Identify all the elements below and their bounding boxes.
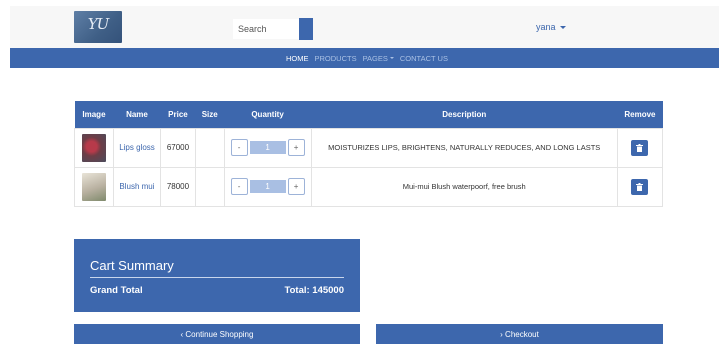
nav-home[interactable]: HOME xyxy=(286,54,309,63)
product-image-cell xyxy=(74,127,114,168)
caret-down-icon xyxy=(389,57,394,59)
blush-photo[interactable] xyxy=(81,172,106,201)
search-input[interactable] xyxy=(233,19,299,39)
grand-total-value: Total: 145000 xyxy=(284,285,345,296)
nav-products-label: PRODUCTS xyxy=(314,53,357,63)
grand-total-label: Grand Total xyxy=(90,285,143,296)
brand-logo[interactable]: YU xyxy=(74,11,122,43)
column-header-size: Size xyxy=(195,101,225,128)
product-price: 67000 xyxy=(160,127,196,168)
main-navbar: HOME PRODUCTS PAGES CONTACT US xyxy=(10,48,719,68)
nav-contact-label: CONTACT US xyxy=(399,53,448,63)
nav-home-label: HOME xyxy=(286,53,309,63)
nav-pages-label: PAGES xyxy=(362,53,388,63)
continue-shopping-label: ‹ Continue Shopping xyxy=(180,329,254,339)
increase-quantity-button[interactable]: + xyxy=(287,139,305,156)
user-menu[interactable]: yana xyxy=(536,22,566,32)
nav-contact-us[interactable]: CONTACT US xyxy=(400,54,448,63)
remove-cell xyxy=(616,166,664,207)
product-name-link[interactable]: Blush mui xyxy=(119,182,154,191)
table-row: Lips gloss 67000 - 1 + MOISTURIZES LIPS,… xyxy=(74,127,664,168)
product-size xyxy=(194,127,225,168)
cart-table: Image Name Price Size Quantity Descripti… xyxy=(74,101,664,207)
trash-icon xyxy=(636,182,644,191)
top-header: YU yana xyxy=(10,6,719,48)
cart-summary-title: Cart Summary xyxy=(90,258,174,273)
column-header-remove: Remove xyxy=(617,101,663,128)
quantity-value[interactable]: 1 xyxy=(249,141,286,154)
remove-item-button[interactable] xyxy=(631,178,649,195)
checkout-button[interactable]: › Checkout xyxy=(376,324,663,344)
nav-pages[interactable]: PAGES xyxy=(363,54,394,63)
column-header-price: Price xyxy=(160,101,196,128)
lip-gloss-photo[interactable] xyxy=(81,133,106,162)
quantity-cell: - 1 + xyxy=(223,127,312,168)
product-description: MOISTURIZES LIPS, BRIGHTENS, NATURALLY R… xyxy=(310,127,618,168)
increase-quantity-button[interactable]: + xyxy=(287,178,305,195)
table-row: Blush mui 78000 - 1 + Mui-mui Blush wate… xyxy=(74,166,664,207)
column-header-image: Image xyxy=(74,101,114,128)
caret-down-icon xyxy=(559,25,566,29)
cart-summary-panel: Cart Summary Grand Total Total: 145000 xyxy=(74,239,360,312)
product-name-cell: Blush mui xyxy=(112,166,162,207)
continue-shopping-button[interactable]: ‹ Continue Shopping xyxy=(74,324,360,344)
quantity-stepper: - 1 + xyxy=(225,178,311,195)
product-image-cell xyxy=(74,166,114,207)
quantity-cell: - 1 + xyxy=(223,166,312,207)
column-header-quantity: Quantity xyxy=(224,101,312,128)
trash-icon xyxy=(636,143,644,152)
product-size xyxy=(194,166,225,207)
logo-text: YU xyxy=(87,15,110,33)
quantity-stepper: - 1 + xyxy=(225,139,311,156)
table-header-row: Image Name Price Size Quantity Descripti… xyxy=(74,101,663,128)
user-name: yana xyxy=(536,22,556,32)
decrease-quantity-button[interactable]: - xyxy=(230,139,248,156)
column-header-name: Name xyxy=(113,101,161,128)
product-description: Mui-mui Blush waterpoorf, free brush xyxy=(310,166,618,207)
product-price: 78000 xyxy=(160,166,196,207)
nav-products[interactable]: PRODUCTS xyxy=(315,54,357,63)
search-button[interactable] xyxy=(299,18,313,40)
checkout-label: › Checkout xyxy=(500,329,539,339)
product-name-link[interactable]: Lips gloss xyxy=(119,143,155,152)
summary-divider xyxy=(90,277,344,278)
column-header-description: Description xyxy=(311,101,618,128)
remove-item-button[interactable] xyxy=(631,139,649,156)
remove-cell xyxy=(616,127,664,168)
product-name-cell: Lips gloss xyxy=(112,127,162,168)
decrease-quantity-button[interactable]: - xyxy=(230,178,248,195)
quantity-value[interactable]: 1 xyxy=(249,180,286,193)
